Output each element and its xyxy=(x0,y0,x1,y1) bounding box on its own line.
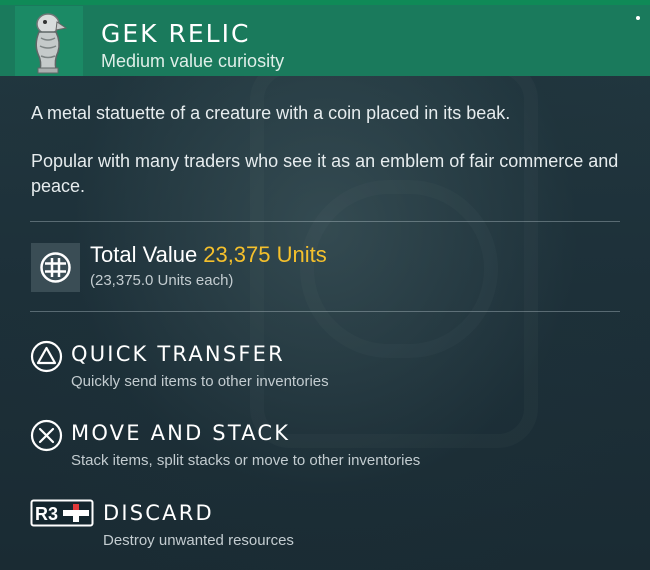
total-value-label: Total Value xyxy=(90,242,198,267)
item-header: GEK RELIC Medium value curiosity xyxy=(0,0,650,76)
triangle-button-icon[interactable] xyxy=(30,340,63,378)
item-description: A metal statuette of a creature with a c… xyxy=(31,103,511,123)
total-value-amount: 23,375 Units xyxy=(203,242,327,267)
move-and-stack-action[interactable]: MOVE AND STACK xyxy=(71,421,290,445)
item-description-secondary: Popular with many traders who see it as … xyxy=(31,151,619,196)
divider xyxy=(30,221,620,222)
units-currency-icon xyxy=(31,243,80,292)
divider xyxy=(30,311,620,312)
item-category: Medium value curiosity xyxy=(101,51,285,71)
item-title: GEK RELIC xyxy=(101,19,251,48)
item-detail-panel: GEK RELIC Medium value curiosity A metal… xyxy=(0,0,650,570)
gek-relic-statuette-icon xyxy=(28,12,68,79)
cross-button-icon[interactable] xyxy=(30,419,63,457)
indicator-dot xyxy=(636,16,640,20)
total-value: Total Value 23,375 Units xyxy=(90,242,327,268)
quick-transfer-description: Quickly send items to other inventories xyxy=(71,373,329,390)
quick-transfer-action[interactable]: QUICK TRANSFER xyxy=(71,342,285,366)
unit-price: (23,375.0 Units each) xyxy=(90,272,234,289)
discard-action[interactable]: DISCARD xyxy=(103,501,214,525)
item-icon-box xyxy=(15,6,83,76)
r3-button-icon[interactable]: R3 xyxy=(30,499,94,532)
svg-text:R3: R3 xyxy=(35,504,58,524)
discard-description: Destroy unwanted resources xyxy=(103,532,294,549)
background-decoration xyxy=(300,180,498,358)
move-and-stack-description: Stack items, split stacks or move to oth… xyxy=(71,452,421,469)
